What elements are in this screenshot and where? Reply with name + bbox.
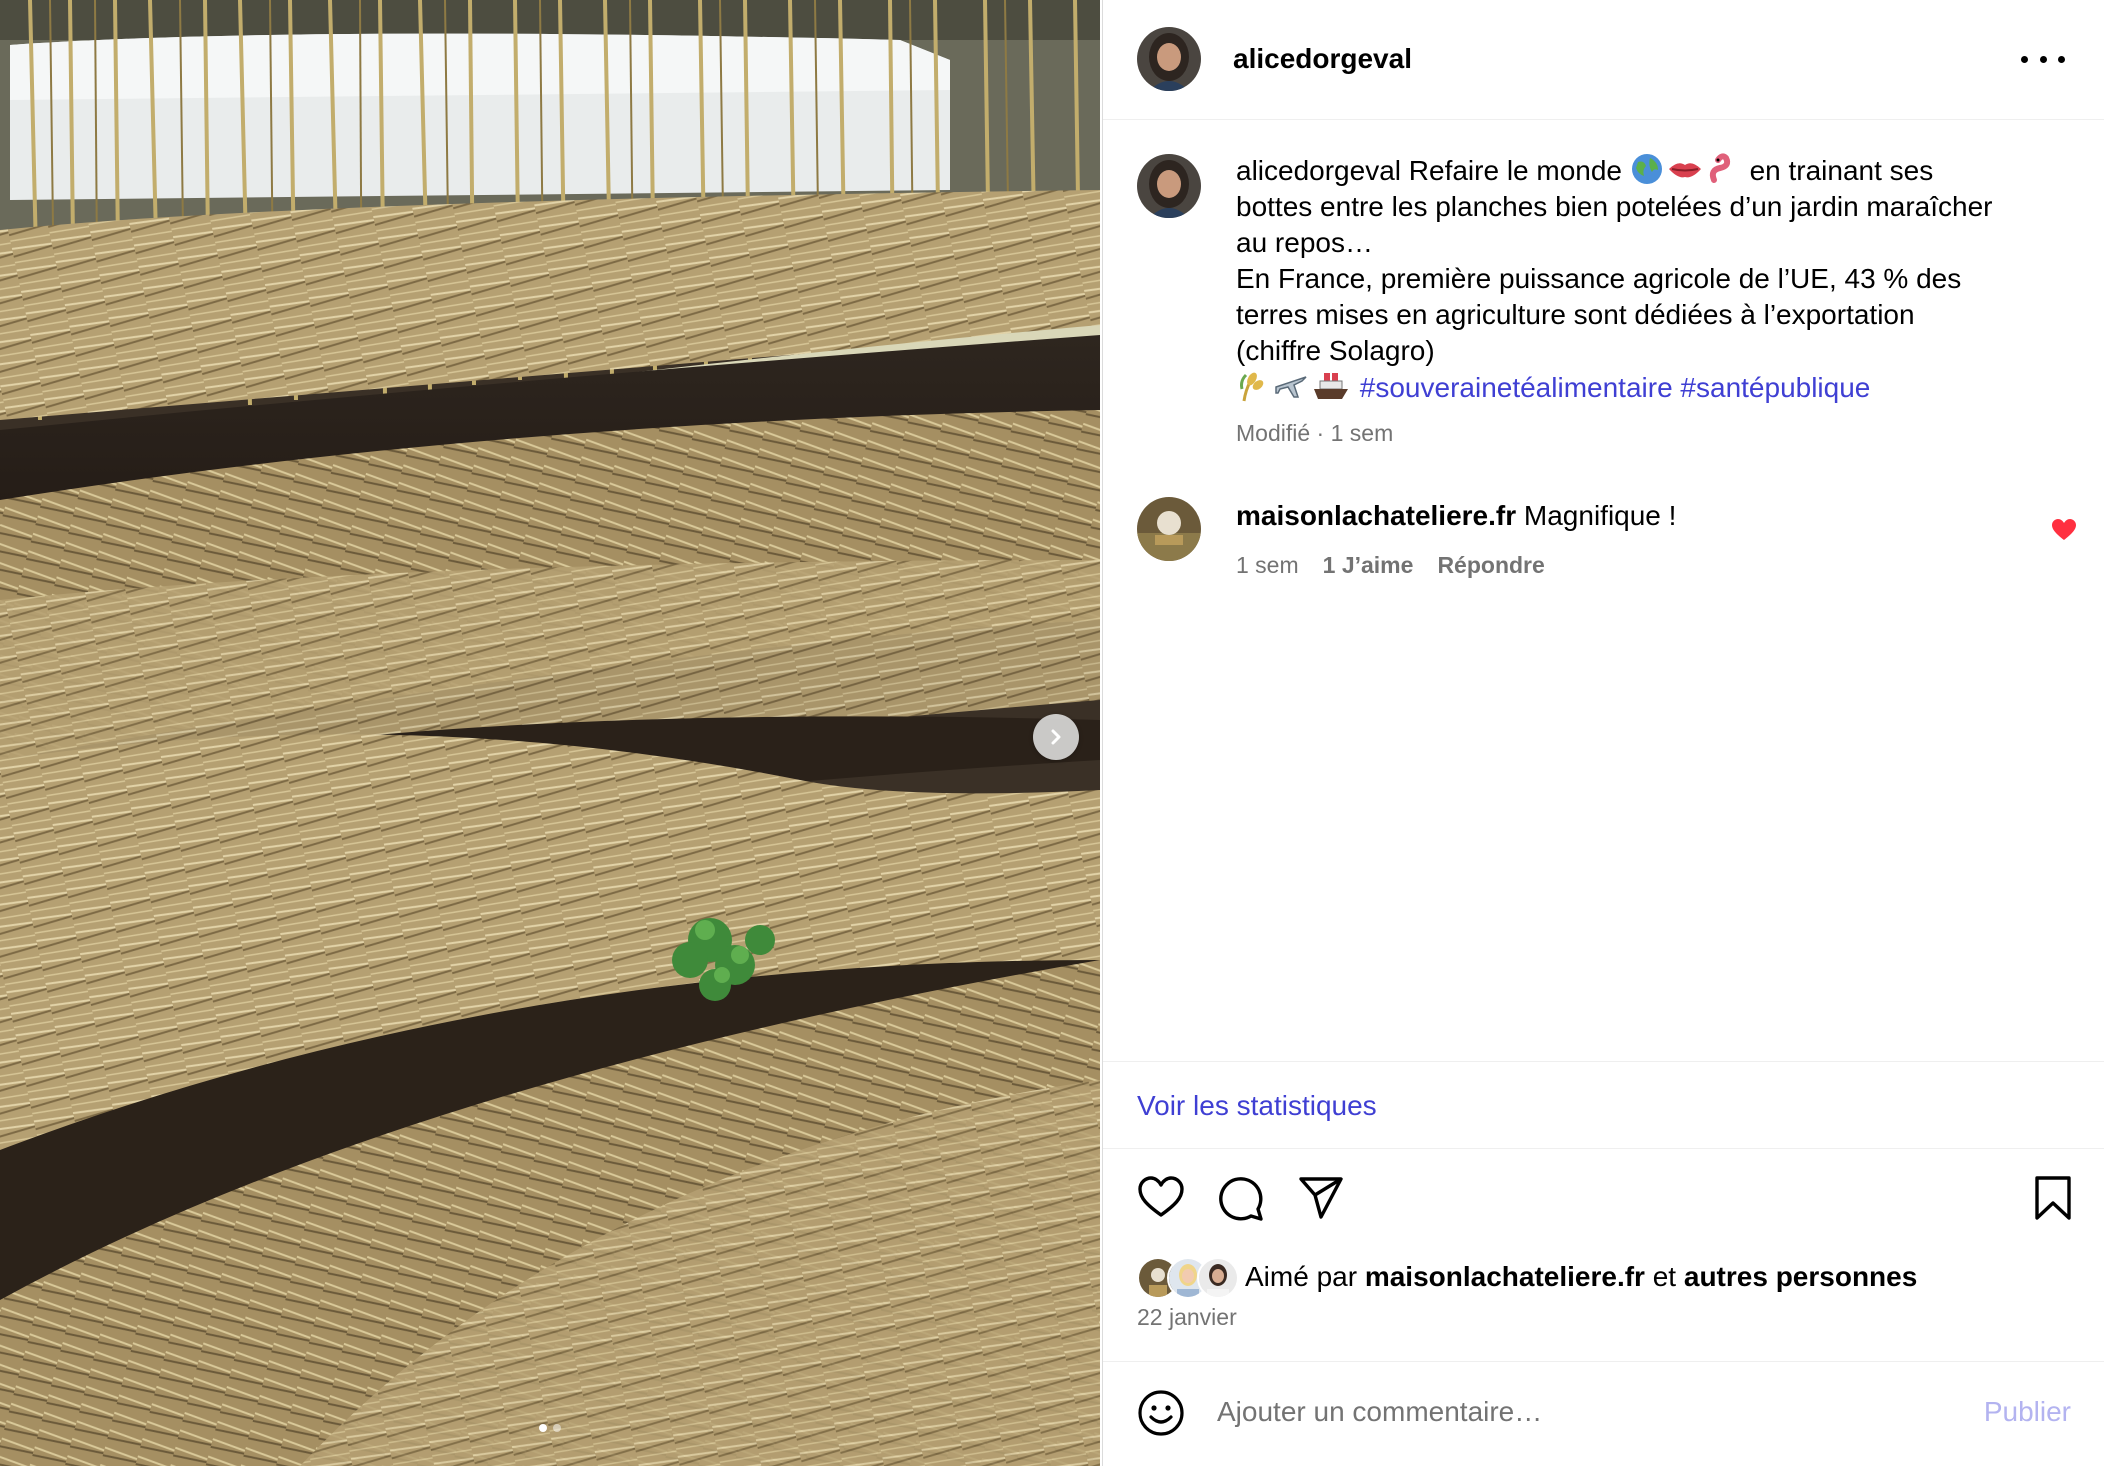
comment-reply-button[interactable]: Répondre [1437, 550, 1544, 580]
garden-image [0, 0, 1100, 1466]
comment-username[interactable]: maisonlachateliere.fr [1236, 500, 1516, 531]
like-heart-icon[interactable] [1137, 1175, 1185, 1219]
liker-avatar-image [1199, 1259, 1237, 1297]
caption-line: au repos… [1236, 227, 1373, 258]
liker-avatars [1137, 1257, 1241, 1299]
stats-divider-bottom [1103, 1148, 2104, 1149]
save-bookmark-icon[interactable] [2033, 1175, 2073, 1221]
hashtag-link[interactable]: #santépublique [1680, 372, 1870, 403]
comment-icon[interactable] [1217, 1175, 1265, 1221]
caption-meta: Modifié · 1 sem [1236, 420, 1394, 446]
worm-icon [1709, 153, 1730, 183]
commenter-avatar[interactable] [1137, 497, 1201, 561]
caption-line: (chiffre Solagro) [1236, 335, 1435, 366]
dot [2021, 55, 2028, 63]
author-username[interactable]: alicedorgeval [1233, 42, 1412, 76]
post-side-panel: alicedorgeval alicedorgeval Refaire le m… [1102, 0, 2104, 1466]
likes-text: Aimé par maisonlachateliere.fr et autres… [1245, 1259, 1917, 1295]
comment-input[interactable] [1215, 1388, 1819, 1436]
comment-age: 1 sem [1236, 552, 1299, 578]
chevron-right-icon [1051, 729, 1061, 745]
ship-icon [1314, 373, 1348, 399]
caption-avatar[interactable] [1137, 154, 1201, 218]
carousel-dot [539, 1424, 547, 1432]
emoji-picker-icon[interactable] [1137, 1389, 1185, 1437]
caption-username[interactable]: alicedorgeval [1236, 155, 1401, 186]
author-avatar-image [1137, 27, 1201, 91]
author-avatar[interactable] [1137, 27, 1201, 91]
post-date[interactable]: 22 janvier [1137, 1302, 1237, 1332]
lips-icon [1668, 163, 1701, 178]
stats-divider-top [1103, 1061, 2104, 1062]
share-icon[interactable] [1297, 1175, 1345, 1221]
edited-label: Modifié [1236, 420, 1311, 446]
commenter-avatar-image [1137, 497, 1201, 561]
carousel-next-button[interactable] [1033, 714, 1079, 760]
comment-body: Magnifique ! [1516, 500, 1677, 531]
post-age[interactable]: 1 sem [1331, 420, 1394, 446]
header-divider [1103, 119, 2104, 120]
comment-meta: 1 sem 1 J’aime Répondre [1236, 550, 1545, 580]
wheat-icon [1240, 372, 1264, 402]
comment-text: maisonlachateliere.fr Magnifique ! [1236, 498, 1676, 534]
publish-button[interactable]: Publier [1984, 1394, 2071, 1430]
comment-likes[interactable]: 1 J’aime [1323, 550, 1414, 580]
liker-avatar[interactable] [1197, 1257, 1239, 1299]
airplane-icon [1275, 376, 1307, 398]
caption-line: terres mises en agriculture sont dédiées… [1236, 299, 1915, 330]
caption-line: Refaire le monde [1401, 155, 1630, 186]
caption-line: en trainant ses [1741, 155, 1934, 186]
caption-line: bottes entre les planches bien potelées … [1236, 191, 1993, 222]
likes-prefix: Aimé par [1245, 1261, 1365, 1292]
more-options-button[interactable] [2021, 42, 2065, 76]
post-photo [0, 0, 1100, 1466]
view-insights-link[interactable]: Voir les statistiques [1137, 1088, 1377, 1124]
caption-line: En France, première puissance agricole d… [1236, 263, 1962, 294]
carousel-dot [553, 1424, 561, 1432]
carousel-dots [0, 1424, 1100, 1432]
hashtag-link[interactable]: #souverainetéalimentaire [1360, 372, 1673, 403]
likes-user-link[interactable]: maisonlachateliere.fr [1365, 1261, 1645, 1292]
post-caption: alicedorgeval Refaire le monde en traina… [1236, 152, 2036, 406]
caption-avatar-image [1137, 154, 1201, 218]
dot [2039, 55, 2047, 63]
dot [2058, 55, 2065, 63]
likes-others-link[interactable]: autres personnes [1684, 1261, 1917, 1292]
likes-middle: et [1644, 1261, 1684, 1292]
comment-heart-filled-icon[interactable] [2051, 518, 2077, 542]
globe-icon [1631, 154, 1662, 184]
add-comment-bar: Publier [1103, 1362, 2104, 1466]
likes-summary: Aimé par maisonlachateliere.fr et autres… [1137, 1257, 1917, 1299]
